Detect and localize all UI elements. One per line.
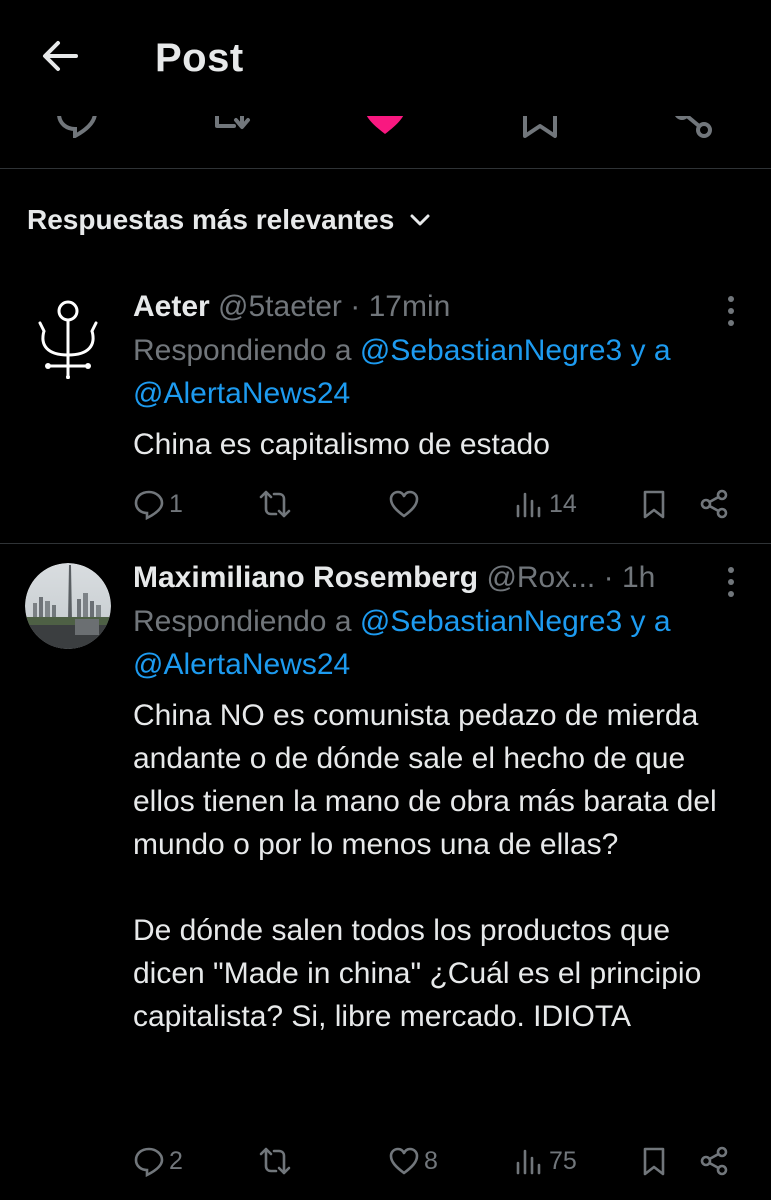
repost-button[interactable] — [259, 1141, 295, 1181]
reply-actions: 2 8 75 — [133, 1141, 741, 1181]
replying-to: Respondiendo a @SebastianNegre3 y a @Ale… — [133, 600, 741, 686]
replying-prefix: Respondiendo a — [133, 605, 352, 638]
repost-icon — [259, 490, 291, 518]
mention-link[interactable]: @AlertaNews24 — [133, 648, 350, 681]
mention-link[interactable]: @SebastianNegre3 — [360, 605, 622, 638]
user-handle[interactable]: @5taeter — [218, 290, 342, 323]
divider — [0, 543, 771, 544]
mention-link[interactable]: @SebastianNegre3 — [360, 334, 622, 367]
heart-icon — [389, 1147, 419, 1175]
share-button[interactable] — [698, 1141, 730, 1181]
like-icon[interactable] — [362, 116, 408, 138]
replying-prefix: Respondiendo a — [133, 334, 352, 367]
chevron-down-icon — [410, 214, 430, 226]
arrow-left-icon[interactable] — [38, 34, 82, 78]
replying-to: Respondiendo a @SebastianNegre3 y a @Ale… — [133, 329, 741, 415]
display-name[interactable]: Aeter — [133, 290, 210, 323]
reply-text: China NO es comunista pedazo de mierda a… — [133, 699, 717, 1033]
reply-count: 1 — [169, 489, 183, 518]
views-icon — [516, 492, 541, 518]
views-button[interactable]: 14 — [513, 484, 577, 524]
repost-icon — [259, 1147, 291, 1175]
timestamp[interactable]: 1h — [622, 561, 655, 594]
reply-header: Maximiliano Rosemberg @Rox... · 1h — [133, 556, 741, 600]
separator: · — [350, 290, 361, 323]
share-icon[interactable] — [672, 116, 718, 138]
views-icon — [516, 1149, 541, 1175]
divider — [0, 168, 771, 169]
mention-connector[interactable]: y a — [630, 334, 670, 367]
like-count: 8 — [424, 1146, 438, 1175]
avatar[interactable] — [25, 293, 111, 379]
like-button[interactable]: 8 — [388, 1141, 438, 1181]
more-options-icon[interactable] — [721, 293, 741, 329]
reply-item[interactable]: Aeter @5taeter · 17min Respondiendo a @S… — [0, 285, 771, 543]
reply-header: Aeter @5taeter · 17min — [133, 285, 741, 329]
reply-icon — [134, 490, 164, 520]
share-icon — [700, 489, 728, 519]
like-button[interactable] — [388, 484, 424, 524]
reply-text: China es capitalismo de estado — [133, 428, 550, 461]
mention-connector[interactable]: y a — [630, 605, 670, 638]
bookmark-icon[interactable] — [517, 116, 563, 138]
replies-sort-selector[interactable]: Respuestas más relevantes — [27, 200, 434, 240]
bookmark-icon — [643, 1147, 665, 1176]
sort-label: Respuestas más relevantes — [27, 204, 395, 235]
reply-item[interactable]: Maximiliano Rosemberg @Rox... · 1h Respo… — [0, 556, 771, 1200]
reply-icon — [134, 1147, 164, 1177]
views-count: 14 — [549, 489, 577, 518]
separator: · — [603, 561, 614, 594]
timestamp[interactable]: 17min — [369, 290, 451, 323]
post-action-bar — [0, 116, 771, 168]
more-options-icon[interactable] — [721, 564, 741, 600]
reply-button[interactable]: 1 — [133, 484, 183, 524]
reply-actions: 1 14 — [133, 484, 741, 524]
repost-icon[interactable] — [212, 116, 258, 138]
bookmark-icon — [643, 490, 665, 519]
top-bar: Post — [0, 0, 771, 116]
views-button[interactable]: 75 — [513, 1141, 577, 1181]
heart-icon — [389, 490, 419, 518]
mention-link[interactable]: @AlertaNews24 — [133, 377, 350, 410]
avatar[interactable] — [25, 563, 111, 649]
share-icon — [700, 1146, 728, 1176]
reply-icon[interactable] — [54, 116, 100, 138]
user-handle[interactable]: @Rox... — [486, 561, 595, 594]
bookmark-button[interactable] — [638, 484, 670, 524]
repost-button[interactable] — [259, 484, 295, 524]
bookmark-button[interactable] — [638, 1141, 670, 1181]
display-name[interactable]: Maximiliano Rosemberg — [133, 561, 478, 594]
reply-count: 2 — [169, 1146, 183, 1175]
page-title: Post — [155, 36, 244, 80]
share-button[interactable] — [698, 484, 730, 524]
reply-button[interactable]: 2 — [133, 1141, 183, 1181]
views-count: 75 — [549, 1146, 577, 1175]
